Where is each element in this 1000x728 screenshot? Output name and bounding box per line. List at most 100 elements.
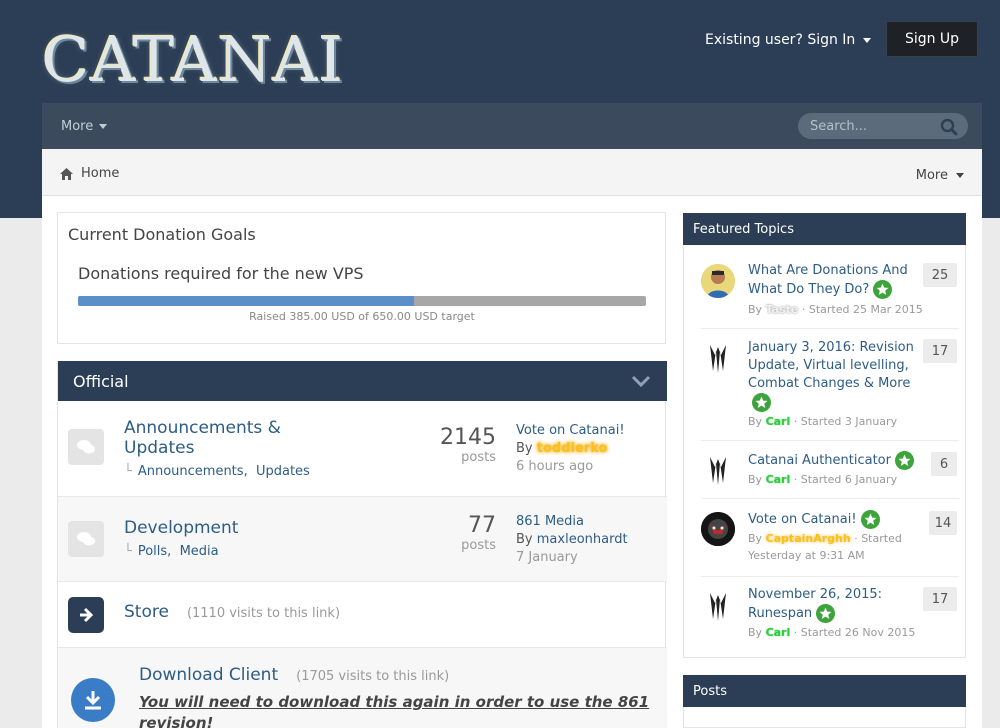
redirect-row: Store (1110 visits to this link) [58,582,667,648]
topic-meta: By Carl · Started 3 January [748,413,948,430]
download-link-row: Download Client (1705 visits to this link… [139,665,619,687]
store-link-row: Store (1110 visits to this link) [124,602,604,624]
breadcrumb-more-label: More [915,168,948,183]
by-label: By [748,626,763,639]
store-link[interactable]: Store [124,602,169,622]
forum-category-official: Official Announcements & Updates └ Announ… [57,361,667,728]
download-visits: (1705 visits to this link) [296,669,450,684]
topic-title[interactable]: January 3, 2016: Revision Update, Virtua… [748,339,918,412]
subforum-link[interactable]: Announcements [138,464,244,479]
pinned-star-icon [816,604,836,623]
topic-author-link[interactable]: Carl [766,473,791,486]
download-note: You will need to download this again in … [139,693,650,728]
chevron-down-icon [863,37,872,43]
avatar[interactable] [701,264,735,298]
nav-more-menu[interactable]: More [61,119,108,134]
topic-author-link[interactable]: Taste [766,303,799,316]
witcher-avatar[interactable] [701,589,735,623]
nav-bar: More [42,103,982,149]
chat-bubbles-icon [68,429,104,465]
topic-title[interactable]: What Are Donations And What Do They Do? [748,262,918,299]
topic-started: · Started 25 Mar 2015 [801,303,923,316]
topic-author-link[interactable]: CaptainArghh [766,532,851,545]
last-poster-link[interactable]: toddlerko [537,441,608,456]
posts-widget: Posts [683,675,966,728]
subforum-link[interactable]: Media [180,544,219,559]
topic-author-link[interactable]: Carl [766,415,791,428]
avatar[interactable] [701,512,735,546]
chat-bubbles-icon [68,521,104,557]
last-poster-link[interactable]: maxleonhardt [537,532,628,547]
divider [701,576,959,577]
post-count: 77 posts [428,513,496,554]
subforum-link[interactable]: Updates [256,464,310,479]
subforum-list: └ Polls, Media [124,544,219,559]
last-topic-link[interactable]: 861 Media [516,514,584,529]
post-count: 2145 posts [428,426,496,466]
topic-meta: By Taste · Started 25 Mar 2015 [748,301,948,318]
category-title[interactable]: Official [73,372,129,391]
topic-started: · Started 6 January [793,473,898,486]
redirect-row: Download Client (1705 visits to this link… [58,648,667,728]
divider [701,328,959,329]
post-count-label: posts [461,450,496,465]
topic-title-text: Vote on Catanai! [748,512,857,527]
post-count-label: posts [461,538,496,553]
last-post-info: 861 Media By maxleonhardt 7 January [516,513,628,567]
topic-title[interactable]: Catanai Authenticator [748,451,918,470]
donation-widget: Current Donation Goals Donations require… [57,212,666,344]
home-label: Home [81,166,120,181]
post-count-value: 77 [468,513,496,538]
sign-in-dropdown[interactable]: Existing user? Sign In [705,32,872,48]
featured-topics-widget: Featured Topics What Are Donations And W… [683,213,966,658]
arrow-right-icon [68,597,104,633]
reply-count-badge: 6 [931,452,957,476]
forum-title[interactable]: Development [124,518,324,538]
topic-meta: By Carl · Started 26 Nov 2015 [748,624,948,641]
site-logo[interactable]: CATANAI [42,24,360,96]
reply-count-badge: 14 [929,511,957,535]
by-label: By [748,473,763,486]
breadcrumb-more-menu[interactable]: More [916,168,964,183]
last-topic-link[interactable]: Vote on Catanai! [516,423,625,438]
collapse-toggle-icon[interactable] [631,374,651,388]
reply-count-badge: 17 [923,587,957,611]
subforum-link[interactable]: Polls [138,544,167,559]
breadcrumb-home[interactable]: Home [60,166,119,181]
last-post-time: 6 hours ago [516,459,594,474]
witcher-avatar[interactable] [701,341,735,375]
logo-text: CATANAI [42,23,345,96]
search-input[interactable] [810,116,930,136]
topic-title[interactable]: November 26, 2015: Runespan [748,586,918,623]
download-client-link[interactable]: Download Client [139,665,278,685]
chevron-down-icon [956,173,964,178]
forum-title[interactable]: Announcements & Updates [124,418,324,458]
reply-count-badge: 25 [923,263,957,287]
topic-started: · Started 26 Nov 2015 [793,626,916,639]
divider [701,440,959,441]
by-label: By [516,441,533,456]
last-post-info: Vote on Catanai! By toddlerko 6 hours ag… [516,422,625,476]
topic-author-link[interactable]: Carl [766,626,791,639]
forum-row: Development └ Polls, Media 77 posts 861 M… [58,497,667,582]
sign-up-button[interactable]: Sign Up [886,21,978,57]
pinned-star-icon [860,510,880,529]
subforum-elbow-icon: └ [124,464,132,479]
donation-goal-title: Donations required for the new VPS [78,264,364,283]
donation-raised-text: Raised 385.00 USD of 650.00 USD target [249,310,475,323]
breadcrumb: Home More [42,149,982,196]
featured-topics-title: Featured Topics [683,213,966,245]
posts-widget-title: Posts [683,675,966,707]
donation-progress-fill [78,296,415,306]
topic-title[interactable]: Vote on Catanai! [748,510,918,529]
search-icon[interactable] [940,118,958,136]
witcher-avatar[interactable] [701,453,735,487]
forum-row: Announcements & Updates └ Announcements, … [58,401,667,497]
by-label: By [748,303,763,316]
topic-title-text: Catanai Authenticator [748,453,891,468]
topic-meta: By CaptainArghh · Started Yesterday at 9… [748,530,948,564]
search-box [798,113,968,139]
subforum-list: └ Announcements, Updates [124,464,310,479]
pinned-star-icon [752,393,771,412]
by-label: By [748,532,763,545]
